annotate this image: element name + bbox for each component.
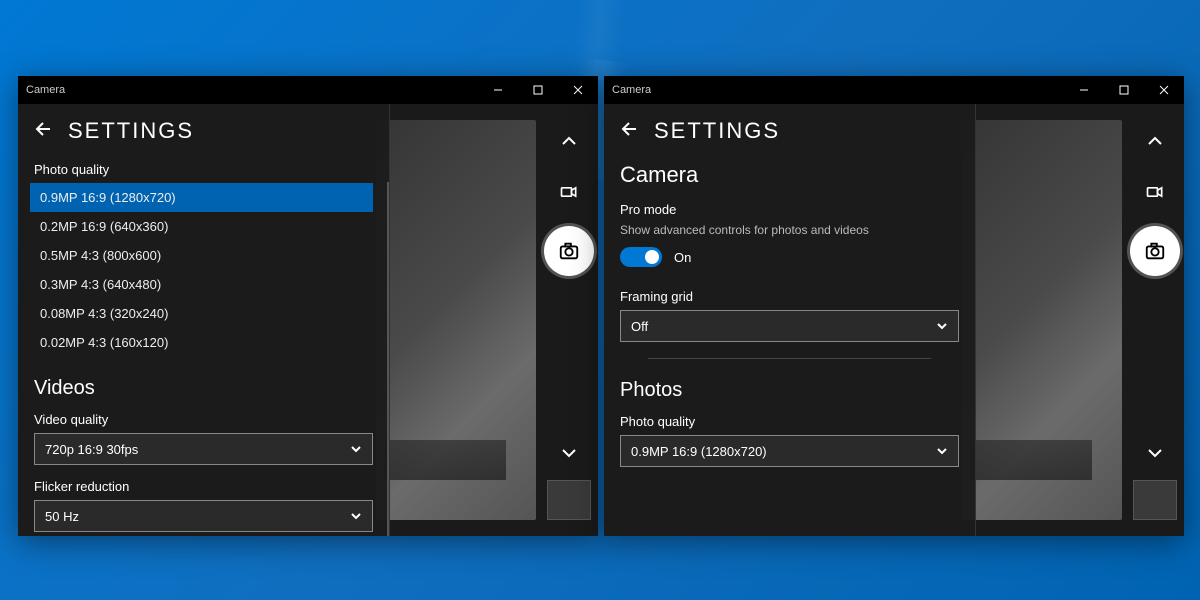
quality-option[interactable]: 0.2MP 16:9 (640x360) bbox=[30, 212, 373, 241]
chevron-down-icon[interactable] bbox=[547, 430, 591, 474]
back-button[interactable] bbox=[34, 119, 54, 144]
photo-quality-label: Photo quality bbox=[34, 162, 373, 177]
camera-preview bbox=[962, 120, 1122, 520]
video-quality-value: 720p 16:9 30fps bbox=[45, 442, 138, 457]
videos-heading: Videos bbox=[34, 377, 373, 400]
camera-window-left: Camera SETTINGS Photo quality 0.9MP 16:9… bbox=[18, 76, 598, 536]
flicker-value: 50 Hz bbox=[45, 509, 79, 524]
settings-title: SETTINGS bbox=[68, 118, 194, 144]
chevron-down-icon bbox=[936, 320, 948, 332]
photos-heading: Photos bbox=[620, 379, 959, 402]
chevron-up-icon[interactable] bbox=[1133, 120, 1177, 164]
quality-option[interactable]: 0.02MP 4:3 (160x120) bbox=[30, 328, 373, 357]
pro-mode-state: On bbox=[674, 250, 691, 265]
flicker-combo[interactable]: 50 Hz bbox=[34, 500, 373, 532]
last-capture-thumbnail[interactable] bbox=[547, 480, 591, 520]
quality-option[interactable]: 0.5MP 4:3 (800x600) bbox=[30, 241, 373, 270]
video-mode-icon[interactable] bbox=[547, 170, 591, 214]
close-button[interactable] bbox=[558, 76, 598, 104]
photo-quality-label: Photo quality bbox=[620, 414, 959, 429]
video-quality-label: Video quality bbox=[34, 412, 373, 427]
chevron-down-icon bbox=[350, 510, 362, 522]
quality-option[interactable]: 0.08MP 4:3 (320x240) bbox=[30, 299, 373, 328]
chevron-down-icon bbox=[936, 445, 948, 457]
last-capture-thumbnail[interactable] bbox=[1133, 480, 1177, 520]
settings-panel: SETTINGS Camera Pro mode Show advanced c… bbox=[604, 104, 976, 536]
chevron-up-icon[interactable] bbox=[547, 120, 591, 164]
content-area: SETTINGS Photo quality 0.9MP 16:9 (1280x… bbox=[18, 104, 598, 536]
shutter-button[interactable] bbox=[544, 226, 594, 276]
maximize-button[interactable] bbox=[1104, 76, 1144, 104]
side-rail bbox=[1126, 120, 1184, 520]
side-rail bbox=[540, 120, 598, 520]
camera-preview bbox=[376, 120, 536, 520]
window-title: Camera bbox=[612, 84, 651, 96]
framing-grid-label: Framing grid bbox=[620, 289, 959, 304]
video-quality-combo[interactable]: 720p 16:9 30fps bbox=[34, 433, 373, 465]
divider bbox=[648, 358, 931, 359]
titlebar: Camera bbox=[18, 76, 598, 104]
camera-window-right: Camera SETTINGS Camera Pro mode Show adv… bbox=[604, 76, 1184, 536]
framing-grid-combo[interactable]: Off bbox=[620, 310, 959, 342]
minimize-button[interactable] bbox=[478, 76, 518, 104]
scrollbar[interactable] bbox=[387, 182, 389, 536]
pro-mode-toggle[interactable] bbox=[620, 247, 662, 267]
maximize-button[interactable] bbox=[518, 76, 558, 104]
photo-quality-list: 0.9MP 16:9 (1280x720) 0.2MP 16:9 (640x36… bbox=[30, 183, 373, 357]
camera-heading: Camera bbox=[620, 162, 959, 188]
window-title: Camera bbox=[26, 84, 65, 96]
settings-panel: SETTINGS Photo quality 0.9MP 16:9 (1280x… bbox=[18, 104, 390, 536]
settings-title: SETTINGS bbox=[654, 118, 780, 144]
framing-grid-value: Off bbox=[631, 319, 648, 334]
chevron-down-icon bbox=[350, 443, 362, 455]
titlebar: Camera bbox=[604, 76, 1184, 104]
quality-option[interactable]: 0.9MP 16:9 (1280x720) bbox=[30, 183, 373, 212]
content-area: SETTINGS Camera Pro mode Show advanced c… bbox=[604, 104, 1184, 536]
pro-mode-label: Pro mode bbox=[620, 202, 959, 217]
video-mode-icon[interactable] bbox=[1133, 170, 1177, 214]
back-button[interactable] bbox=[620, 119, 640, 144]
shutter-button[interactable] bbox=[1130, 226, 1180, 276]
minimize-button[interactable] bbox=[1064, 76, 1104, 104]
photo-quality-value: 0.9MP 16:9 (1280x720) bbox=[631, 444, 767, 459]
quality-option[interactable]: 0.3MP 4:3 (640x480) bbox=[30, 270, 373, 299]
photo-quality-combo[interactable]: 0.9MP 16:9 (1280x720) bbox=[620, 435, 959, 467]
pro-mode-desc: Show advanced controls for photos and vi… bbox=[620, 223, 959, 237]
chevron-down-icon[interactable] bbox=[1133, 430, 1177, 474]
close-button[interactable] bbox=[1144, 76, 1184, 104]
flicker-label: Flicker reduction bbox=[34, 479, 373, 494]
